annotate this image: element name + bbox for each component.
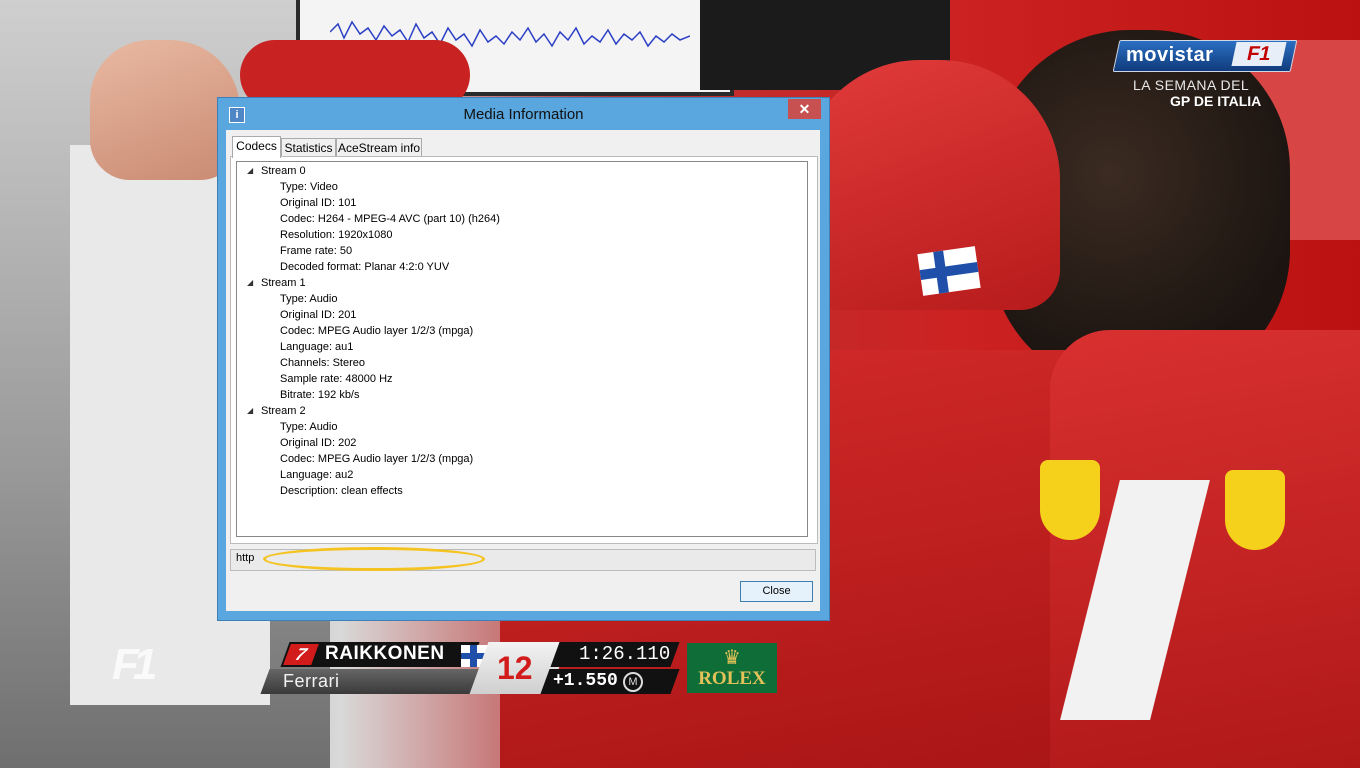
finland-flag-icon <box>917 246 981 296</box>
stream-property: Decoded format: Planar 4:2:0 YUV <box>280 261 450 273</box>
stream-label: Stream 0 <box>261 165 306 177</box>
stream-property: Type: Audio <box>280 421 338 433</box>
stream-property: Language: au1 <box>280 341 354 353</box>
stream-property: Language: au2 <box>280 469 354 481</box>
stream-property: Description: clean effects <box>280 485 403 497</box>
f1-watermark-logo: F1 <box>112 640 157 689</box>
dialog-titlebar[interactable]: i Media Information ✕ <box>218 98 829 130</box>
ferrari-shield-icon <box>1225 470 1285 550</box>
stream-property: Bitrate: 192 kb/s <box>280 389 360 401</box>
show-title-line1: LA SEMANA DEL <box>1133 77 1250 93</box>
stream-property: Original ID: 202 <box>280 437 357 449</box>
stream-property: Codec: H264 - MPEG-4 AVC (part 10) (h264… <box>280 213 500 225</box>
lap-time: 1:26.110 <box>579 643 671 665</box>
codec-tree[interactable]: ◢ Stream 0 Type: Video Original ID: 101 Code… <box>236 161 808 537</box>
stream-property: Channels: Stereo <box>280 357 365 369</box>
rolex-sponsor-logo: ♛ ROLEX <box>687 643 777 693</box>
tab-codecs[interactable]: Codecs <box>232 136 281 158</box>
expand-arrow-icon[interactable]: ◢ <box>247 275 257 291</box>
location-field[interactable]: http <box>230 547 816 571</box>
stream-property: Type: Video <box>280 181 338 193</box>
highlight-annotation-ellipse <box>263 547 485 571</box>
driver-name: RAIKKONEN <box>325 643 445 664</box>
codecs-panel: ◢ Stream 0 Type: Video Original ID: 101 Code… <box>230 156 818 544</box>
stream-property: Original ID: 201 <box>280 309 357 321</box>
close-button[interactable]: Close <box>740 581 813 602</box>
stream-property: Sample rate: 48000 Hz <box>280 373 393 385</box>
ferrari-shield-icon <box>1040 460 1100 540</box>
stream-node[interactable]: ◢ Stream 0 <box>237 163 797 179</box>
dialog-title: Media Information <box>463 106 584 123</box>
tab-acestream-info[interactable]: AceStream info <box>336 138 422 157</box>
expand-arrow-icon[interactable]: ◢ <box>247 163 257 179</box>
location-text: http <box>236 552 255 564</box>
stream-property: Frame rate: 50 <box>280 245 353 257</box>
stream-property: Codec: MPEG Audio layer 1/2/3 (mpga) <box>280 453 474 465</box>
timing-graphic: 7 RAIKKONEN Ferrari 12 1:26.110 +1.550 M <box>260 642 680 694</box>
channel-f1-badge: F1 <box>1231 42 1287 66</box>
stream-property: Original ID: 101 <box>280 197 357 209</box>
dialog-client-area: Codecs Statistics AceStream info ◢ Stream… <box>226 130 820 611</box>
channel-brand: movistar <box>1126 44 1214 66</box>
team-name: Ferrari <box>283 671 340 691</box>
medium-tyre-icon: M <box>623 672 643 692</box>
rolex-wordmark: ROLEX <box>698 668 766 689</box>
stream-label: Stream 2 <box>261 405 306 417</box>
window-close-button[interactable]: ✕ <box>788 99 821 119</box>
gap-time: +1.550 <box>553 671 618 691</box>
stream-property: Type: Audio <box>280 293 338 305</box>
rolex-crown-icon: ♛ <box>723 647 741 669</box>
stream-node[interactable]: ◢ Stream 2 <box>237 403 797 419</box>
stream-property: Codec: MPEG Audio layer 1/2/3 (mpga) <box>280 325 474 337</box>
stream-node[interactable]: ◢ Stream 1 <box>237 275 797 291</box>
position-number: 12 <box>497 650 533 686</box>
stream-label: Stream 1 <box>261 277 306 289</box>
media-information-dialog: i Media Information ✕ Codecs Statistics … <box>218 98 829 620</box>
tab-statistics[interactable]: Statistics <box>281 138 336 157</box>
show-title-line2: GP DE ITALIA <box>1170 93 1262 109</box>
stream-property: Resolution: 1920x1080 <box>280 229 393 241</box>
expand-arrow-icon[interactable]: ◢ <box>247 403 257 419</box>
